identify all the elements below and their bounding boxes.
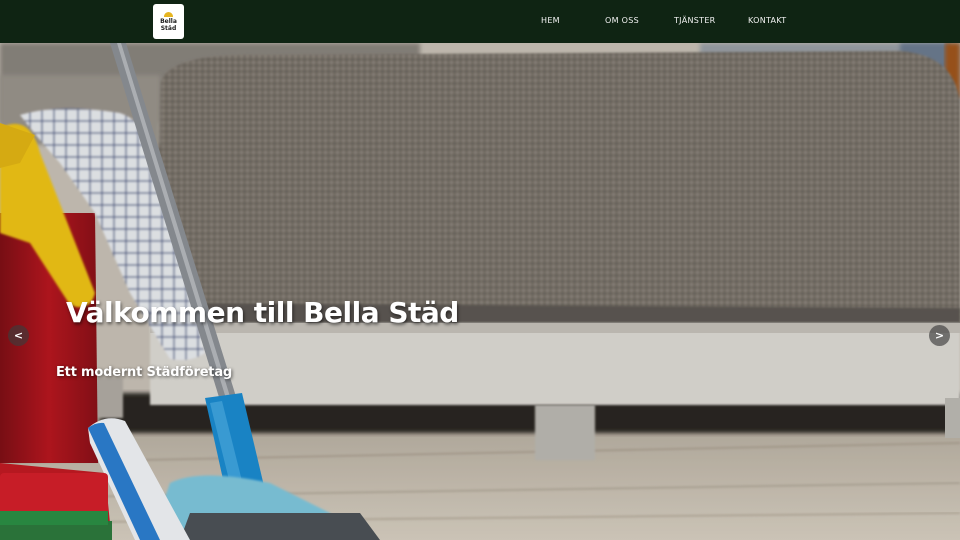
nav-link-kontakt[interactable]: KONTAKT <box>748 16 786 25</box>
hero-title: Välkommen till Bella Städ <box>66 296 459 329</box>
nav-link-tjanster[interactable]: TJÄNSTER <box>674 16 716 25</box>
logo-sun-icon <box>164 11 173 17</box>
chevron-left-icon: < <box>13 329 24 342</box>
site-logo[interactable]: Bella Städ <box>153 4 184 39</box>
slider-next-button[interactable]: > <box>929 325 950 346</box>
hero-subtitle: Ett modernt Städföretag <box>56 365 233 380</box>
slider-prev-button[interactable]: < <box>8 325 29 346</box>
nav-link-hem[interactable]: HEM <box>541 16 560 25</box>
top-navbar: Bella Städ HEM OM OSS TJÄNSTER KONTAKT <box>0 0 960 43</box>
hero-slider: Välkommen till Bella Städ Ett modernt St… <box>0 43 960 540</box>
logo-text-line1: Bella <box>160 17 177 25</box>
chevron-right-icon: > <box>934 329 945 342</box>
logo-text-line2: Städ <box>160 24 177 32</box>
nav-link-om-oss[interactable]: OM OSS <box>605 16 639 25</box>
hero-background-image <box>0 43 960 540</box>
